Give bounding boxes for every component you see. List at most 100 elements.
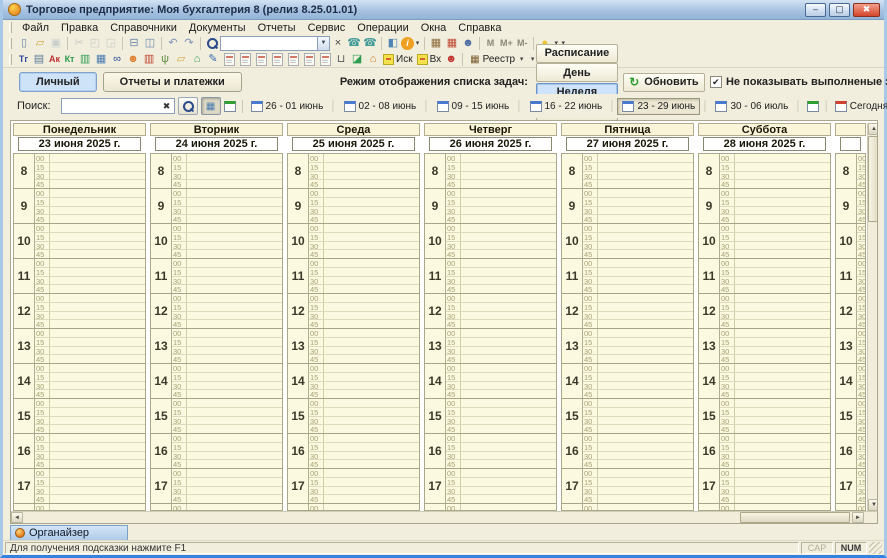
- time-slot[interactable]: [735, 207, 830, 215]
- green-notebook-icon[interactable]: ▥: [77, 52, 93, 67]
- time-slot[interactable]: [50, 390, 145, 398]
- organization-icon[interactable]: ⌂: [365, 52, 381, 67]
- time-slot[interactable]: [598, 487, 693, 495]
- edit-document-icon[interactable]: ✎: [205, 52, 221, 67]
- menu-documents[interactable]: Документы: [183, 22, 252, 34]
- time-slot[interactable]: [598, 180, 693, 188]
- time-slot[interactable]: [598, 347, 693, 355]
- time-slot[interactable]: [461, 312, 556, 320]
- time-slot[interactable]: [50, 504, 145, 511]
- time-slot[interactable]: [461, 198, 556, 206]
- time-slot[interactable]: [735, 233, 830, 241]
- time-slot[interactable]: [598, 408, 693, 416]
- paste-icon[interactable]: ◲: [103, 36, 119, 51]
- time-slot[interactable]: [50, 268, 145, 276]
- time-slot[interactable]: [598, 434, 693, 442]
- time-slot[interactable]: [735, 180, 830, 188]
- time-slot[interactable]: [461, 224, 556, 232]
- calendar-view-button[interactable]: ▦: [201, 97, 221, 115]
- time-slot[interactable]: [598, 250, 693, 258]
- time-slot[interactable]: [187, 452, 282, 460]
- time-slot[interactable]: [735, 242, 830, 250]
- time-slot[interactable]: [187, 364, 282, 372]
- info-dropdown-icon[interactable]: ▾: [414, 39, 421, 47]
- correspondences-icon[interactable]: Кт: [62, 52, 77, 67]
- time-slot[interactable]: [50, 408, 145, 416]
- documents-stack-icon[interactable]: ◧: [385, 36, 401, 51]
- time-slot[interactable]: [735, 189, 830, 197]
- document-template-1-icon[interactable]: [221, 52, 237, 67]
- time-slot[interactable]: [50, 189, 145, 197]
- memory-recall-icon[interactable]: M: [483, 36, 498, 51]
- time-slot[interactable]: [461, 347, 556, 355]
- organizer-window-tab[interactable]: Органайзер: [10, 525, 128, 540]
- time-slot[interactable]: [598, 320, 693, 328]
- time-slot[interactable]: [324, 303, 419, 311]
- time-slot[interactable]: [50, 469, 145, 477]
- time-slot[interactable]: [50, 250, 145, 258]
- time-slot[interactable]: [50, 198, 145, 206]
- scroll-right-icon[interactable]: ►: [852, 512, 864, 523]
- save-icon[interactable]: ▣: [48, 36, 64, 51]
- hide-completed-checkbox[interactable]: ✔: [710, 76, 722, 88]
- time-slot[interactable]: [461, 242, 556, 250]
- exchange-icon[interactable]: ◪: [349, 52, 365, 67]
- connector-icon[interactable]: ψ: [157, 52, 173, 67]
- time-slot[interactable]: [187, 390, 282, 398]
- print-preview-icon[interactable]: ◫: [142, 36, 158, 51]
- time-slot[interactable]: [324, 320, 419, 328]
- document-template-2-icon[interactable]: [237, 52, 253, 67]
- time-slot[interactable]: [187, 399, 282, 407]
- time-slot[interactable]: [598, 215, 693, 223]
- time-slot[interactable]: [461, 364, 556, 372]
- week-range-button[interactable]: 30 - 06 июль: [710, 98, 793, 115]
- time-slot[interactable]: [461, 268, 556, 276]
- time-slot[interactable]: [50, 460, 145, 468]
- time-slot[interactable]: [598, 259, 693, 267]
- time-slot[interactable]: [461, 207, 556, 215]
- week-range-button[interactable]: 09 - 15 июнь: [432, 98, 515, 115]
- time-slot[interactable]: [735, 215, 830, 223]
- time-slot[interactable]: [461, 425, 556, 433]
- time-slot[interactable]: [50, 478, 145, 486]
- time-slot[interactable]: [324, 417, 419, 425]
- time-slot[interactable]: [187, 242, 282, 250]
- time-slot[interactable]: [735, 390, 830, 398]
- refresh-button[interactable]: ↻ Обновить: [623, 73, 705, 92]
- time-slot[interactable]: [735, 452, 830, 460]
- menu-windows[interactable]: Окна: [415, 22, 453, 34]
- time-slot[interactable]: [461, 285, 556, 293]
- time-slot[interactable]: [50, 312, 145, 320]
- time-slot[interactable]: [735, 382, 830, 390]
- time-slot[interactable]: [735, 268, 830, 276]
- time-slot[interactable]: [598, 399, 693, 407]
- time-slot[interactable]: [187, 408, 282, 416]
- time-slot[interactable]: [324, 215, 419, 223]
- time-slot[interactable]: [50, 355, 145, 363]
- time-slot[interactable]: [324, 382, 419, 390]
- time-slot[interactable]: [461, 478, 556, 486]
- time-slot[interactable]: [324, 452, 419, 460]
- memory-add-icon[interactable]: M+: [498, 36, 515, 51]
- time-slot[interactable]: [324, 329, 419, 337]
- time-slot[interactable]: [50, 425, 145, 433]
- document-template-3-icon[interactable]: [253, 52, 269, 67]
- time-slot[interactable]: [735, 460, 830, 468]
- time-slot[interactable]: [187, 268, 282, 276]
- time-slot[interactable]: [461, 408, 556, 416]
- time-slot[interactable]: [735, 312, 830, 320]
- time-slot[interactable]: [735, 198, 830, 206]
- time-slot[interactable]: [598, 224, 693, 232]
- time-slot[interactable]: [461, 382, 556, 390]
- search-button[interactable]: [178, 97, 198, 115]
- time-slot[interactable]: [187, 277, 282, 285]
- time-slot[interactable]: [324, 469, 419, 477]
- time-slot[interactable]: [187, 338, 282, 346]
- time-slot[interactable]: [598, 504, 693, 511]
- notepad-icon[interactable]: ▤: [31, 52, 47, 67]
- find-next-icon[interactable]: ☎: [362, 36, 378, 51]
- time-slot[interactable]: [187, 215, 282, 223]
- time-slot[interactable]: [187, 189, 282, 197]
- time-slot[interactable]: [187, 504, 282, 511]
- week-range-button[interactable]: 02 - 08 июнь: [339, 98, 422, 115]
